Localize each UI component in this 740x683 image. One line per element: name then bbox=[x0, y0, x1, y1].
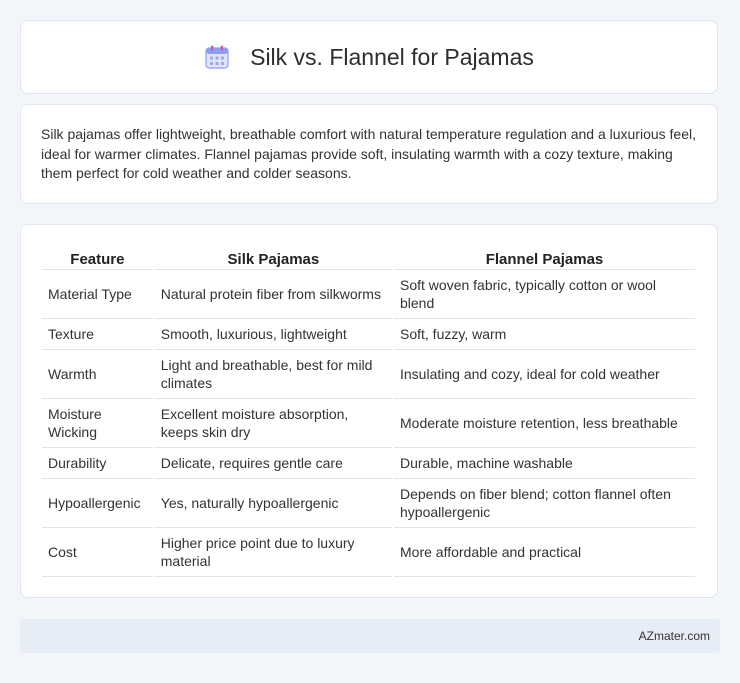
cell-silk: Natural protein fiber from silkworms bbox=[154, 270, 392, 319]
footer-site-label: AZmater.com bbox=[638, 629, 710, 643]
table-row: Durability Delicate, requires gentle car… bbox=[42, 448, 695, 479]
cell-silk: Excellent moisture absorption, keeps ski… bbox=[154, 399, 392, 448]
cell-silk: Yes, naturally hypoallergenic bbox=[154, 479, 392, 528]
cell-silk: Delicate, requires gentle care bbox=[154, 448, 392, 479]
cell-flannel: Durable, machine washable bbox=[394, 448, 695, 479]
title-card: Silk vs. Flannel for Pajamas bbox=[20, 20, 718, 94]
table-row: Texture Smooth, luxurious, lightweight S… bbox=[42, 319, 695, 350]
header-feature: Feature bbox=[42, 245, 153, 270]
cell-silk: Higher price point due to luxury materia… bbox=[154, 528, 392, 577]
cell-flannel: Insulating and cozy, ideal for cold weat… bbox=[394, 350, 695, 399]
table-header-row: Feature Silk Pajamas Flannel Pajamas bbox=[42, 245, 695, 270]
cell-feature: Texture bbox=[42, 319, 153, 350]
comparison-table: Feature Silk Pajamas Flannel Pajamas Mat… bbox=[40, 245, 697, 577]
table-row: Moisture Wicking Excellent moisture abso… bbox=[42, 399, 695, 448]
table-row: Material Type Natural protein fiber from… bbox=[42, 270, 695, 319]
cell-flannel: Moderate moisture retention, less breath… bbox=[394, 399, 695, 448]
header-flannel: Flannel Pajamas bbox=[394, 245, 695, 270]
cell-feature: Cost bbox=[42, 528, 153, 577]
cell-feature: Warmth bbox=[42, 350, 153, 399]
table-row: Hypoallergenic Yes, naturally hypoallerg… bbox=[42, 479, 695, 528]
page-title: Silk vs. Flannel for Pajamas bbox=[250, 43, 534, 70]
cell-flannel: Soft, fuzzy, warm bbox=[394, 319, 695, 350]
table-row: Warmth Light and breathable, best for mi… bbox=[42, 350, 695, 399]
table-row: Cost Higher price point due to luxury ma… bbox=[42, 528, 695, 577]
footer-bar: AZmater.com bbox=[20, 619, 720, 653]
cell-feature: Material Type bbox=[42, 270, 153, 319]
cell-silk: Smooth, luxurious, lightweight bbox=[154, 319, 392, 350]
comparison-table-card: Feature Silk Pajamas Flannel Pajamas Mat… bbox=[20, 224, 718, 598]
intro-card: Silk pajamas offer lightweight, breathab… bbox=[20, 104, 718, 204]
cell-feature: Moisture Wicking bbox=[42, 399, 153, 448]
intro-text: Silk pajamas offer lightweight, breathab… bbox=[41, 126, 696, 181]
cell-feature: Durability bbox=[42, 448, 153, 479]
cell-flannel: Depends on fiber blend; cotton flannel o… bbox=[394, 479, 695, 528]
header-silk: Silk Pajamas bbox=[154, 245, 392, 270]
cell-feature: Hypoallergenic bbox=[42, 479, 153, 528]
calendar-icon bbox=[205, 45, 229, 69]
cell-flannel: Soft woven fabric, typically cotton or w… bbox=[394, 270, 695, 319]
cell-flannel: More affordable and practical bbox=[394, 528, 695, 577]
cell-silk: Light and breathable, best for mild clim… bbox=[154, 350, 392, 399]
